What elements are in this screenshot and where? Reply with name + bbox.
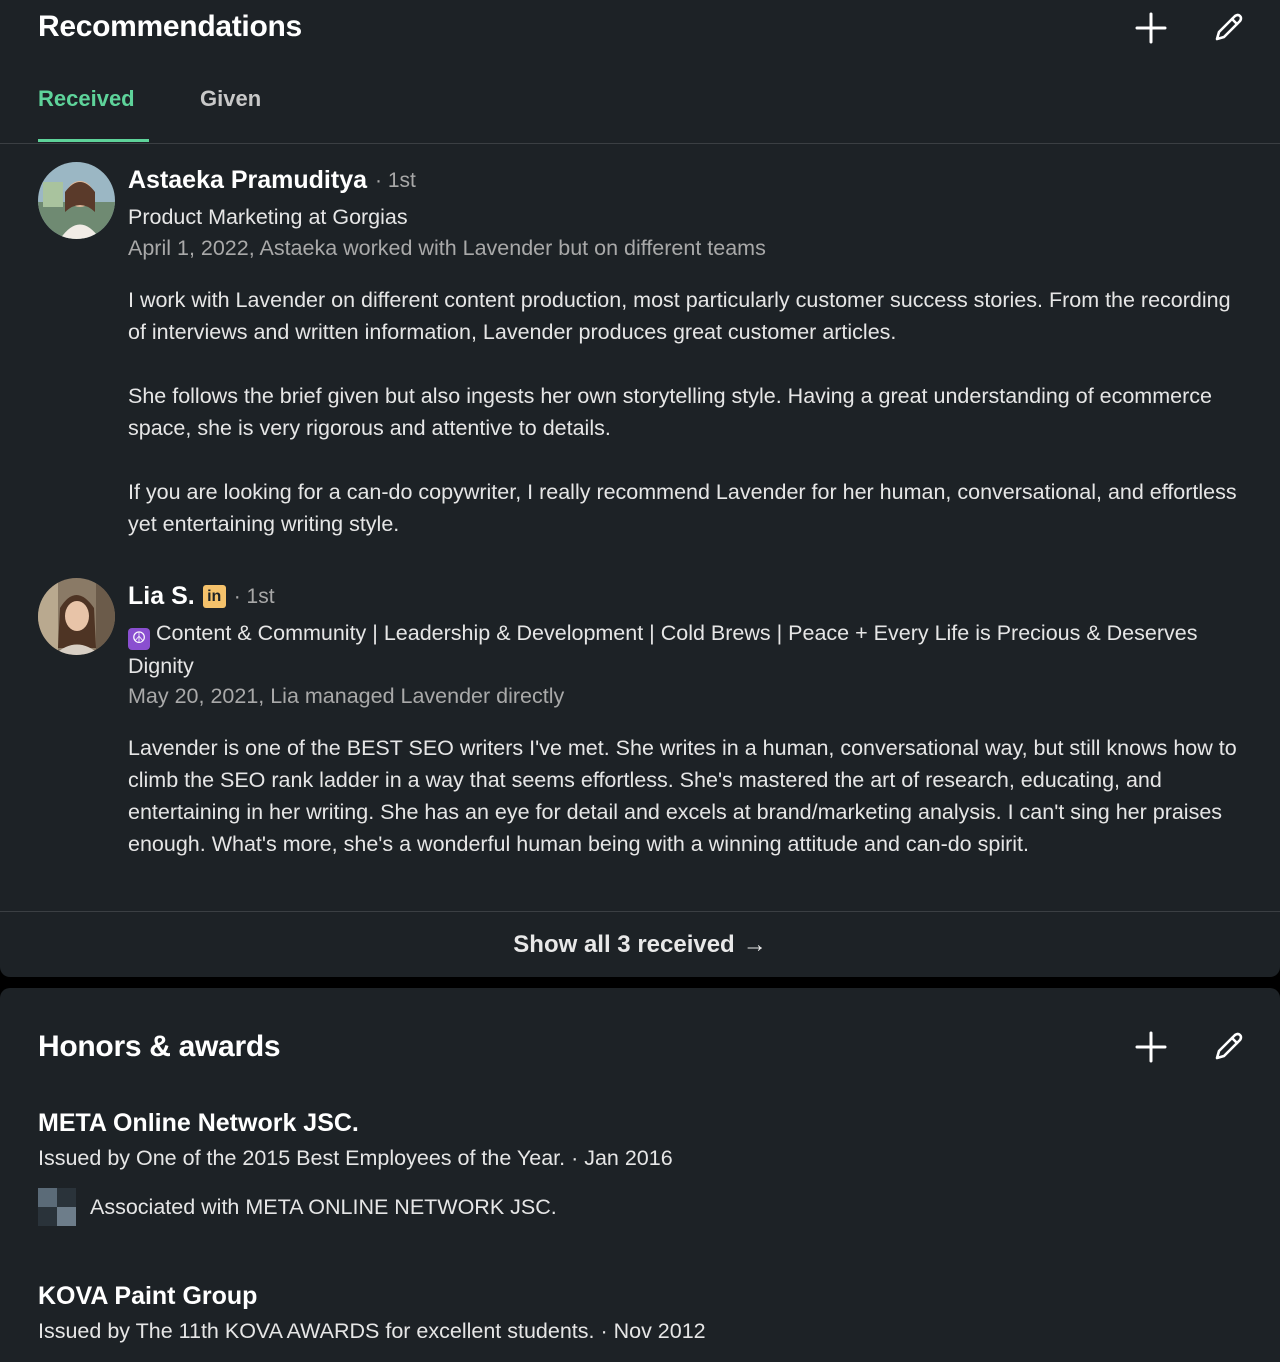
company-logo-icon xyxy=(38,1188,76,1226)
peace-icon: ☮ xyxy=(128,628,150,650)
honors-title: Honors & awards xyxy=(38,1030,281,1063)
tab-received[interactable]: Received xyxy=(38,86,135,112)
recommender-name[interactable]: Astaeka Pramuditya · 1st xyxy=(128,166,416,195)
avatar[interactable] xyxy=(38,162,115,239)
add-recommendation-button[interactable] xyxy=(1129,6,1173,50)
recommendation-paragraph: If you are looking for a can-do copywrit… xyxy=(128,480,1237,536)
recommendation-paragraph: She follows the brief given but also ing… xyxy=(128,384,1212,440)
plus-icon xyxy=(1135,1031,1167,1063)
recommendation-text: I work with Lavender on different conten… xyxy=(128,284,1253,540)
arrow-right-icon: → xyxy=(742,930,767,958)
recommender-headline: Product Marketing at Gorgias xyxy=(128,205,408,229)
active-tab-indicator xyxy=(38,139,149,142)
recommendations-section: Recommendations Received Given Astaeka P… xyxy=(0,0,1280,977)
avatar[interactable] xyxy=(38,578,115,655)
recommender-headline-text: Content & Community | Leadership & Devel… xyxy=(128,621,1198,678)
award-title: META Online Network JSC. xyxy=(38,1109,359,1137)
recommender-name[interactable]: Lia S. in · 1st xyxy=(128,582,275,611)
recommendations-tabs: Received Given xyxy=(0,72,1280,144)
avatar-photo xyxy=(38,578,115,655)
pencil-icon xyxy=(1215,13,1243,41)
add-honor-button[interactable] xyxy=(1129,1025,1173,1069)
avatar-photo xyxy=(38,162,115,239)
recommendation-paragraph: Lavender is one of the BEST SEO writers … xyxy=(128,736,1237,856)
recommendation-text: Lavender is one of the BEST SEO writers … xyxy=(128,732,1253,860)
recommendation-meta: April 1, 2022, Astaeka worked with Laven… xyxy=(128,236,766,260)
show-all-label: Show all 3 received xyxy=(513,930,735,958)
recommender-name-text: Lia S. xyxy=(128,582,195,610)
recommendations-title: Recommendations xyxy=(38,10,302,43)
recommender-headline: ☮ Content & Community | Leadership & Deve… xyxy=(128,617,1248,682)
award-association[interactable]: Associated with META ONLINE NETWORK JSC. xyxy=(38,1188,557,1226)
honors-section: Honors & awards META Online Network JSC.… xyxy=(0,988,1280,1362)
association-text: Associated with META ONLINE NETWORK JSC. xyxy=(90,1194,557,1219)
tab-given[interactable]: Given xyxy=(200,86,261,112)
edit-honors-button[interactable] xyxy=(1206,1025,1250,1069)
connection-degree: · 1st xyxy=(375,168,416,192)
award-title: KOVA Paint Group xyxy=(38,1282,258,1310)
show-all-received-button[interactable]: Show all 3 received → xyxy=(0,911,1280,977)
pencil-icon xyxy=(1215,1032,1243,1060)
edit-recommendations-button[interactable] xyxy=(1206,6,1250,50)
linkedin-premium-badge-icon: in xyxy=(202,585,226,608)
recommendation-meta: May 20, 2021, Lia managed Lavender direc… xyxy=(128,684,565,708)
recommender-name-text: Astaeka Pramuditya xyxy=(128,166,368,194)
plus-icon xyxy=(1135,12,1167,44)
connection-degree: · 1st xyxy=(233,584,275,608)
award-issuer: Issued by One of the 2015 Best Employees… xyxy=(38,1146,673,1170)
recommendation-paragraph: I work with Lavender on different conten… xyxy=(128,288,1231,344)
award-issuer: Issued by The 11th KOVA AWARDS for excel… xyxy=(38,1319,706,1343)
